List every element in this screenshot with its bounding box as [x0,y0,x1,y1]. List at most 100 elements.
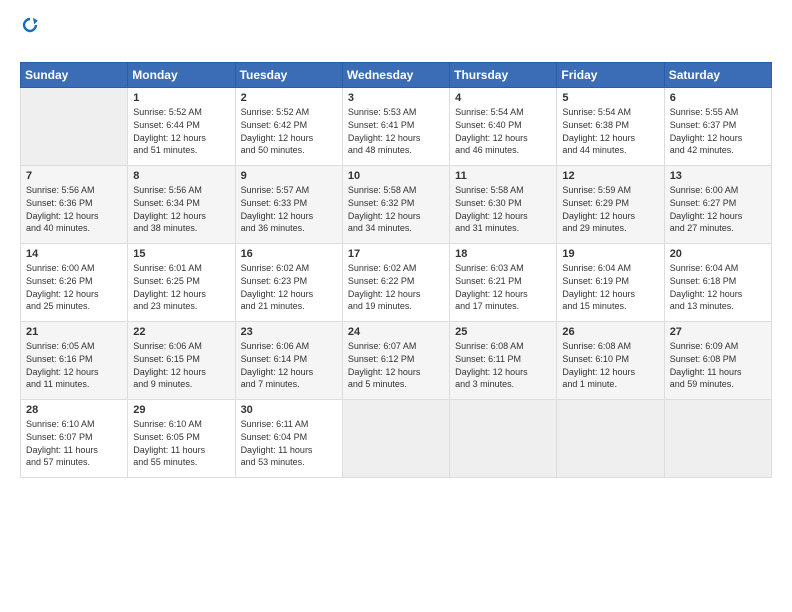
calendar-cell: 8 Sunrise: 5:56 AM Sunset: 6:34 PM Daylig… [128,166,235,244]
day-number: 26 [562,326,658,338]
day-number: 1 [133,92,229,104]
day-number: 28 [26,404,122,416]
calendar-cell: 1 Sunrise: 5:52 AM Sunset: 6:44 PM Daylig… [128,88,235,166]
calendar-week-1: 1 Sunrise: 5:52 AM Sunset: 6:44 PM Daylig… [21,88,772,166]
day-info: Sunrise: 5:54 AM Sunset: 6:38 PM Dayligh… [562,106,658,156]
calendar-cell: 30 Sunrise: 6:11 AM Sunset: 6:04 PM Dayli… [235,400,342,478]
calendar-cell: 28 Sunrise: 6:10 AM Sunset: 6:07 PM Dayli… [21,400,128,478]
day-info: Sunrise: 6:07 AM Sunset: 6:12 PM Dayligh… [348,340,444,390]
day-number: 6 [670,92,766,104]
day-info: Sunrise: 6:06 AM Sunset: 6:15 PM Dayligh… [133,340,229,390]
calendar-cell: 10 Sunrise: 5:58 AM Sunset: 6:32 PM Dayli… [342,166,449,244]
day-info: Sunrise: 6:11 AM Sunset: 6:04 PM Dayligh… [241,418,337,468]
calendar-cell [21,88,128,166]
day-info: Sunrise: 6:10 AM Sunset: 6:05 PM Dayligh… [133,418,229,468]
day-info: Sunrise: 6:08 AM Sunset: 6:10 PM Dayligh… [562,340,658,390]
calendar-cell: 6 Sunrise: 5:55 AM Sunset: 6:37 PM Daylig… [664,88,771,166]
day-number: 15 [133,248,229,260]
day-number: 23 [241,326,337,338]
weekday-header-sunday: Sunday [21,63,128,88]
day-number: 12 [562,170,658,182]
calendar-cell: 18Sunrise: 6:03 AM Sunset: 6:21 PM Dayli… [450,244,557,322]
day-number: 29 [133,404,229,416]
day-number: 24 [348,326,444,338]
weekday-header-tuesday: Tuesday [235,63,342,88]
day-number: 22 [133,326,229,338]
day-info: Sunrise: 6:09 AM Sunset: 6:08 PM Dayligh… [670,340,766,390]
day-info: Sunrise: 6:08 AM Sunset: 6:11 PM Dayligh… [455,340,551,390]
day-info: Sunrise: 5:53 AM Sunset: 6:41 PM Dayligh… [348,106,444,156]
weekday-header-saturday: Saturday [664,63,771,88]
day-number: 5 [562,92,658,104]
page: SundayMondayTuesdayWednesdayThursdayFrid… [0,0,792,612]
day-number: 11 [455,170,551,182]
calendar-cell: 22 Sunrise: 6:06 AM Sunset: 6:15 PM Dayli… [128,322,235,400]
day-number: 10 [348,170,444,182]
day-number: 8 [133,170,229,182]
header [20,16,772,54]
calendar-cell: 26 Sunrise: 6:08 AM Sunset: 6:10 PM Dayli… [557,322,664,400]
weekday-header-row: SundayMondayTuesdayWednesdayThursdayFrid… [21,63,772,88]
day-info: Sunrise: 5:54 AM Sunset: 6:40 PM Dayligh… [455,106,551,156]
day-info: Sunrise: 5:52 AM Sunset: 6:44 PM Dayligh… [133,106,229,156]
calendar-cell: 24 Sunrise: 6:07 AM Sunset: 6:12 PM Dayli… [342,322,449,400]
day-number: 30 [241,404,337,416]
calendar-cell: 23 Sunrise: 6:06 AM Sunset: 6:14 PM Dayli… [235,322,342,400]
calendar-cell: 3 Sunrise: 5:53 AM Sunset: 6:41 PM Daylig… [342,88,449,166]
day-info: Sunrise: 5:58 AM Sunset: 6:32 PM Dayligh… [348,184,444,234]
calendar-cell: 2Sunrise: 5:52 AM Sunset: 6:42 PM Daylig… [235,88,342,166]
day-number: 9 [241,170,337,182]
day-number: 14 [26,248,122,260]
day-info: Sunrise: 5:59 AM Sunset: 6:29 PM Dayligh… [562,184,658,234]
calendar-cell: 19 Sunrise: 6:04 AM Sunset: 6:19 PM Dayli… [557,244,664,322]
day-info: Sunrise: 5:57 AM Sunset: 6:33 PM Dayligh… [241,184,337,234]
calendar-cell: 11 Sunrise: 5:58 AM Sunset: 6:30 PM Dayli… [450,166,557,244]
calendar-cell [557,400,664,478]
day-info: Sunrise: 6:10 AM Sunset: 6:07 PM Dayligh… [26,418,122,468]
day-number: 13 [670,170,766,182]
day-number: 19 [562,248,658,260]
day-info: Sunrise: 6:04 AM Sunset: 6:18 PM Dayligh… [670,262,766,312]
day-info: Sunrise: 5:55 AM Sunset: 6:37 PM Dayligh… [670,106,766,156]
day-info: Sunrise: 6:02 AM Sunset: 6:23 PM Dayligh… [241,262,337,312]
weekday-header-monday: Monday [128,63,235,88]
day-number: 4 [455,92,551,104]
logo [20,16,39,54]
weekday-header-friday: Friday [557,63,664,88]
calendar-cell: 25 Sunrise: 6:08 AM Sunset: 6:11 PM Dayli… [450,322,557,400]
day-info: Sunrise: 5:58 AM Sunset: 6:30 PM Dayligh… [455,184,551,234]
calendar-week-4: 21 Sunrise: 6:05 AM Sunset: 6:16 PM Dayli… [21,322,772,400]
day-info: Sunrise: 6:03 AM Sunset: 6:21 PM Dayligh… [455,262,551,312]
calendar-cell: 20 Sunrise: 6:04 AM Sunset: 6:18 PM Dayli… [664,244,771,322]
day-number: 25 [455,326,551,338]
calendar-cell: 16Sunrise: 6:02 AM Sunset: 6:23 PM Dayli… [235,244,342,322]
day-number: 27 [670,326,766,338]
calendar-cell: 17Sunrise: 6:02 AM Sunset: 6:22 PM Dayli… [342,244,449,322]
calendar-cell: 14Sunrise: 6:00 AM Sunset: 6:26 PM Dayli… [21,244,128,322]
day-info: Sunrise: 6:05 AM Sunset: 6:16 PM Dayligh… [26,340,122,390]
calendar: SundayMondayTuesdayWednesdayThursdayFrid… [20,62,772,478]
day-info: Sunrise: 6:00 AM Sunset: 6:27 PM Dayligh… [670,184,766,234]
day-info: Sunrise: 5:56 AM Sunset: 6:34 PM Dayligh… [133,184,229,234]
day-number: 20 [670,248,766,260]
calendar-cell: 12 Sunrise: 5:59 AM Sunset: 6:29 PM Dayli… [557,166,664,244]
weekday-header-wednesday: Wednesday [342,63,449,88]
day-info: Sunrise: 6:06 AM Sunset: 6:14 PM Dayligh… [241,340,337,390]
calendar-week-2: 7Sunrise: 5:56 AM Sunset: 6:36 PM Daylig… [21,166,772,244]
calendar-cell: 15 Sunrise: 6:01 AM Sunset: 6:25 PM Dayli… [128,244,235,322]
day-info: Sunrise: 6:01 AM Sunset: 6:25 PM Dayligh… [133,262,229,312]
calendar-cell: 29 Sunrise: 6:10 AM Sunset: 6:05 PM Dayli… [128,400,235,478]
calendar-cell: 27 Sunrise: 6:09 AM Sunset: 6:08 PM Dayli… [664,322,771,400]
day-number: 3 [348,92,444,104]
calendar-cell [664,400,771,478]
day-info: Sunrise: 6:02 AM Sunset: 6:22 PM Dayligh… [348,262,444,312]
day-number: 21 [26,326,122,338]
calendar-cell: 13 Sunrise: 6:00 AM Sunset: 6:27 PM Dayli… [664,166,771,244]
calendar-cell: 7Sunrise: 5:56 AM Sunset: 6:36 PM Daylig… [21,166,128,244]
day-info: Sunrise: 6:04 AM Sunset: 6:19 PM Dayligh… [562,262,658,312]
calendar-week-3: 14Sunrise: 6:00 AM Sunset: 6:26 PM Dayli… [21,244,772,322]
calendar-cell: 21 Sunrise: 6:05 AM Sunset: 6:16 PM Dayli… [21,322,128,400]
calendar-cell [450,400,557,478]
calendar-cell [342,400,449,478]
day-number: 7 [26,170,122,182]
